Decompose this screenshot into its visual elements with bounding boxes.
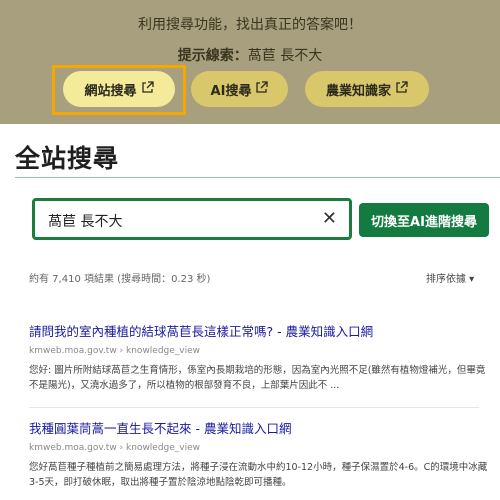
- ai-advanced-search-button[interactable]: 切換至AI進階搜尋: [359, 203, 489, 237]
- search-input[interactable]: 萵苣 長不大 ✕: [32, 198, 352, 240]
- top-banner: 利用搜尋功能，找出真正的答案吧！ 提示線索：萵苣 長不大 網站搜尋 AI搜尋 農…: [0, 0, 500, 124]
- search-result: 請問我的室內種植的結球萵苣長這樣正常嗎? - 農業知識入口網 kmweb.moa…: [29, 321, 489, 393]
- result-title-link[interactable]: 我種圓葉茼蒿一直生長不起來 - 農業知識入口網: [29, 418, 489, 437]
- result-snippet: 您好萵苣種子種植前之簡易處理方法，將種子浸在流動水中約10-12小時，種子保濕置…: [29, 462, 488, 488]
- ai-search-label: AI搜尋: [210, 83, 252, 99]
- hint-value: 萵苣 長不大: [247, 48, 323, 64]
- ai-search-button[interactable]: AI搜尋: [191, 71, 288, 107]
- result-title-link[interactable]: 請問我的室內種植的結球萵苣長這樣正常嗎? - 農業知識入口網: [29, 321, 489, 340]
- agri-expert-button[interactable]: 農業知識家: [305, 71, 429, 107]
- result-stats: 約有 7,410 項結果 (搜尋時間：0.23 秒): [29, 274, 211, 285]
- result-snippet: 您好: 圖片所附結球萵苣之生育情形，係室內長期栽培的形態，因為室內光照不足(雖然…: [29, 365, 486, 391]
- selected-highlight-frame: [52, 65, 186, 115]
- sort-dropdown[interactable]: 排序依據 ▾: [426, 270, 474, 285]
- external-link-icon: [255, 80, 269, 98]
- result-divider: [29, 407, 479, 408]
- hint-label: 提示線索：: [177, 48, 248, 64]
- hint-text: 提示線索：萵苣 長不大: [0, 45, 500, 65]
- search-query-text[interactable]: 萵苣 長不大: [48, 211, 122, 231]
- page-title: 全站搜尋: [15, 144, 120, 173]
- agri-expert-label: 農業知識家: [325, 83, 391, 99]
- result-url: kmweb.moa.gov.tw › knowledge_view: [29, 346, 201, 356]
- external-link-icon: [395, 80, 408, 98]
- search-result: 我種圓葉茼蒿一直生長不起來 - 農業知識入口網 kmweb.moa.gov.tw…: [29, 418, 489, 490]
- instruction-text: 利用搜尋功能，找出真正的答案吧！: [138, 17, 362, 33]
- title-divider: [15, 177, 500, 178]
- result-url: kmweb.moa.gov.tw › knowledge_view: [29, 443, 201, 453]
- close-icon[interactable]: ✕: [322, 208, 337, 229]
